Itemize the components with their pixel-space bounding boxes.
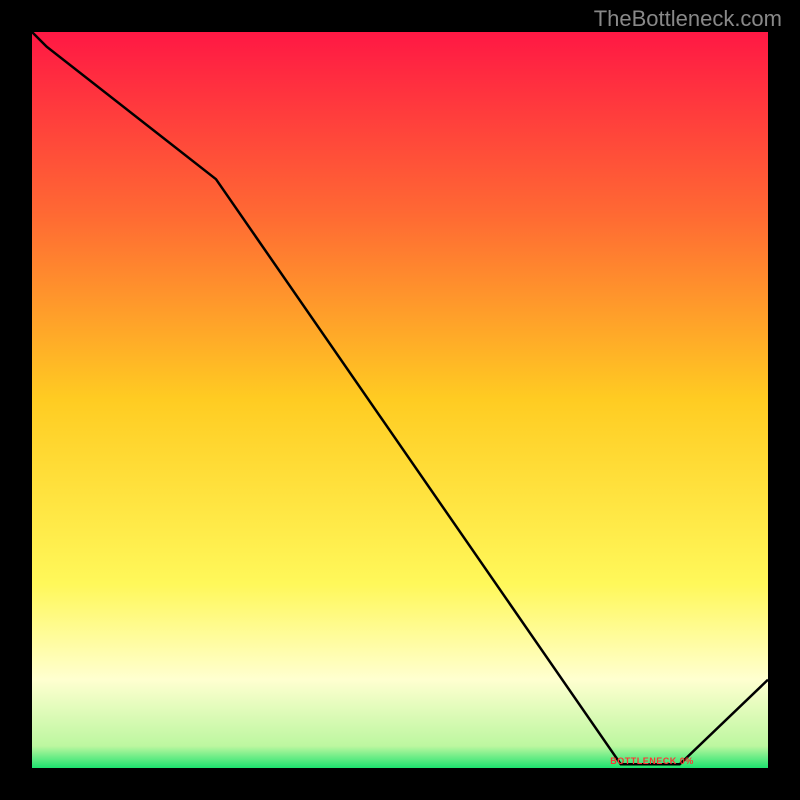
watermark-text: TheBottleneck.com — [594, 6, 782, 32]
series-line — [32, 32, 768, 764]
chart-line-layer — [32, 32, 768, 768]
chart-annotation: BOTTLENECK 0% — [610, 756, 694, 766]
chart-plot-area: BOTTLENECK 0% — [32, 32, 768, 768]
